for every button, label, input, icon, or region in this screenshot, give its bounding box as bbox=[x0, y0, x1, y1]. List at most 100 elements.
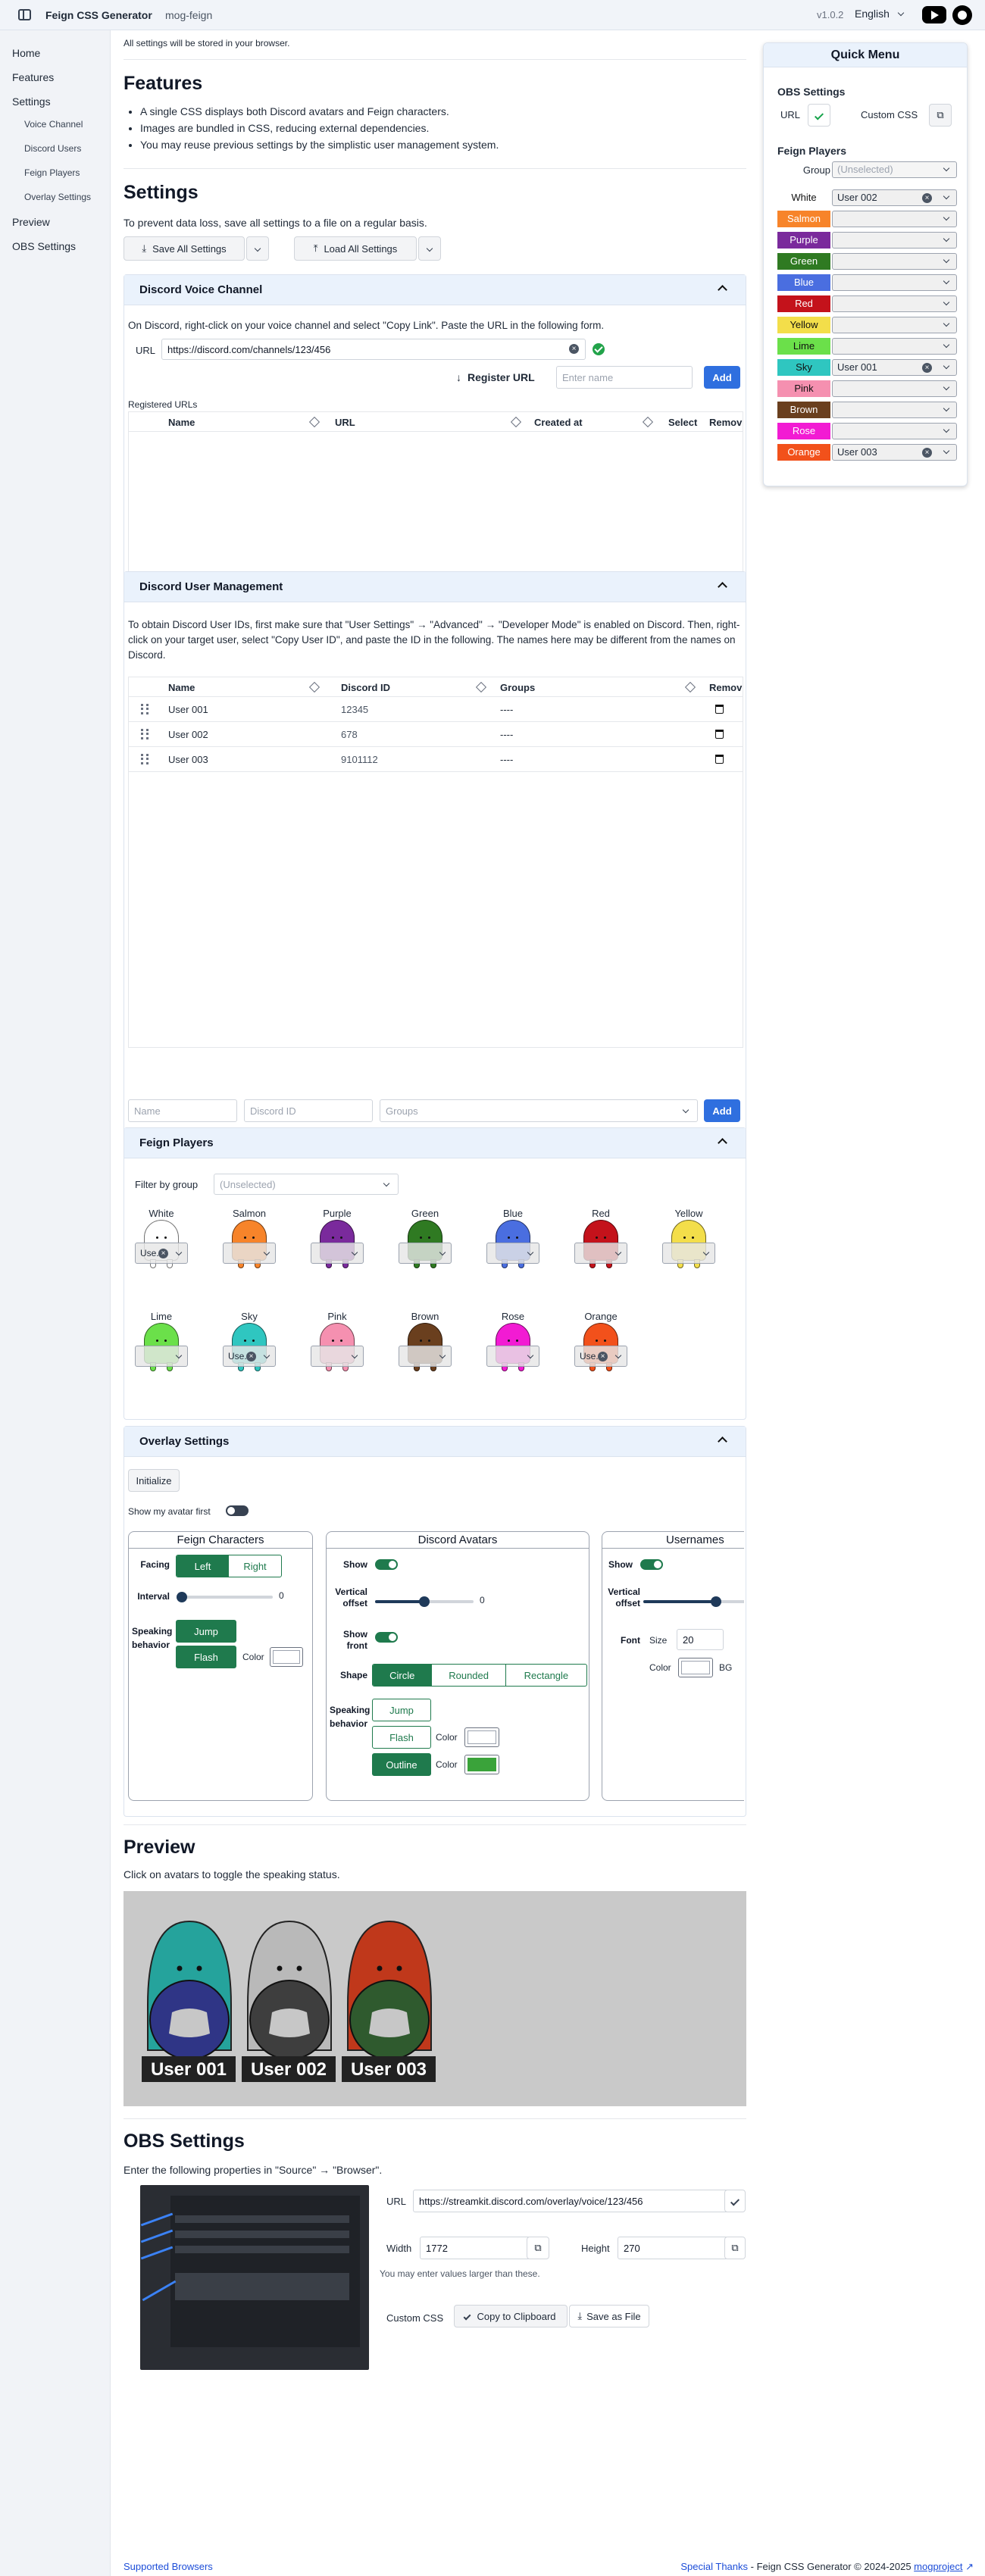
user-groups[interactable]: ---- bbox=[500, 754, 513, 765]
sidebar-item-obs-settings[interactable]: OBS Settings bbox=[12, 240, 76, 252]
user-id[interactable]: 9101112 bbox=[341, 754, 378, 765]
character-user-select[interactable]: Use... × bbox=[223, 1346, 276, 1367]
language-select[interactable]: English bbox=[855, 8, 905, 20]
chevron-up-icon[interactable] bbox=[718, 582, 727, 592]
qm-user-select[interactable] bbox=[832, 380, 957, 397]
character-user-select[interactable]: Use... × bbox=[574, 1346, 627, 1367]
user-name[interactable]: User 002 bbox=[168, 729, 208, 740]
flash-color-swatch[interactable] bbox=[270, 1647, 303, 1667]
avatar-offset-slider[interactable] bbox=[375, 1596, 474, 1607]
group-filter-select[interactable]: (Unselected) bbox=[214, 1174, 399, 1195]
qm-user-select[interactable]: User 001 × bbox=[832, 359, 957, 376]
obs-url-field[interactable]: https://streamkit.discord.com/overlay/vo… bbox=[413, 2190, 731, 2212]
supported-browsers-link[interactable]: Supported Browsers bbox=[124, 2561, 213, 2572]
save-all-button[interactable]: ⤓ Save All Settings bbox=[124, 236, 245, 261]
new-user-groups-select[interactable]: Groups bbox=[380, 1099, 698, 1122]
facing-right-button[interactable]: Right bbox=[229, 1555, 281, 1577]
trash-icon[interactable] bbox=[715, 755, 724, 764]
slider-knob[interactable] bbox=[177, 1592, 187, 1602]
clear-icon[interactable]: × bbox=[569, 344, 579, 354]
character-user-select[interactable] bbox=[662, 1243, 715, 1264]
preview-avatars[interactable]: User 001 User 002 User 003 bbox=[124, 1891, 746, 2106]
character-user-select[interactable] bbox=[311, 1346, 364, 1367]
chevron-up-icon[interactable] bbox=[718, 285, 727, 295]
user-name[interactable]: User 001 bbox=[168, 704, 208, 715]
trash-icon[interactable] bbox=[715, 730, 724, 739]
user-groups[interactable]: ---- bbox=[500, 704, 513, 715]
feign-players-header[interactable]: Feign Players bbox=[124, 1128, 746, 1158]
drag-handle-icon[interactable] bbox=[141, 729, 149, 739]
col-created[interactable]: Created at bbox=[534, 417, 583, 428]
new-user-id-input[interactable]: Discord ID bbox=[244, 1099, 373, 1122]
chevron-up-icon[interactable] bbox=[718, 1436, 727, 1446]
character-user-select[interactable] bbox=[399, 1346, 452, 1367]
user-name[interactable]: User 003 bbox=[168, 754, 208, 765]
col-groups[interactable]: Groups bbox=[500, 682, 535, 693]
sidebar-item-preview[interactable]: Preview bbox=[12, 216, 50, 228]
load-all-dropdown[interactable] bbox=[418, 236, 441, 261]
show-avatars-toggle[interactable] bbox=[375, 1559, 398, 1570]
qm-copy-css-button[interactable]: ⧉ bbox=[929, 104, 952, 127]
copy-url-button[interactable] bbox=[724, 2190, 746, 2212]
special-thanks-link[interactable]: Special Thanks bbox=[680, 2561, 748, 2572]
sort-icon[interactable] bbox=[475, 681, 487, 693]
col-url[interactable]: URL bbox=[335, 417, 355, 428]
qm-user-select[interactable] bbox=[832, 274, 957, 291]
add-url-button[interactable]: Add bbox=[704, 366, 740, 389]
clear-icon[interactable]: × bbox=[922, 448, 932, 458]
interval-slider[interactable] bbox=[177, 1592, 273, 1602]
qm-user-select[interactable] bbox=[832, 295, 957, 312]
font-size-input[interactable]: 20 bbox=[677, 1629, 724, 1650]
copy-to-clipboard-button[interactable]: Copy to Clipboard bbox=[454, 2305, 568, 2327]
qm-user-select[interactable] bbox=[832, 317, 957, 333]
sidebar-item-feign-players[interactable]: Feign Players bbox=[24, 167, 80, 178]
save-all-dropdown[interactable] bbox=[246, 236, 269, 261]
character-user-select[interactable] bbox=[486, 1346, 539, 1367]
username-color-swatch[interactable] bbox=[678, 1658, 713, 1677]
qm-user-select[interactable] bbox=[832, 211, 957, 227]
outline-color-swatch[interactable] bbox=[464, 1755, 499, 1774]
facing-left-button[interactable]: Left bbox=[177, 1555, 229, 1577]
user-groups[interactable]: ---- bbox=[500, 729, 513, 740]
avatar-jump-button[interactable]: Jump bbox=[372, 1699, 431, 1721]
qm-user-select[interactable] bbox=[832, 253, 957, 270]
sort-icon[interactable] bbox=[684, 681, 696, 693]
character-user-select[interactable] bbox=[574, 1243, 627, 1264]
user-id[interactable]: 678 bbox=[341, 729, 358, 740]
jump-button[interactable]: Jump bbox=[176, 1620, 236, 1643]
sidebar-item-features[interactable]: Features bbox=[12, 71, 54, 83]
url-name-input[interactable]: Enter name bbox=[556, 366, 693, 389]
youtube-icon[interactable] bbox=[922, 6, 946, 23]
qm-user-select[interactable]: User 002 × bbox=[832, 189, 957, 206]
character-user-select[interactable] bbox=[399, 1243, 452, 1264]
qm-user-select[interactable] bbox=[832, 402, 957, 418]
chevron-up-icon[interactable] bbox=[718, 1138, 727, 1148]
overlay-settings-header[interactable]: Overlay Settings bbox=[124, 1427, 746, 1457]
character-user-select[interactable] bbox=[135, 1346, 188, 1367]
copy-height-button[interactable]: ⧉ bbox=[724, 2237, 746, 2259]
initialize-button[interactable]: Initialize bbox=[128, 1469, 180, 1492]
qm-user-select[interactable]: User 003 × bbox=[832, 444, 957, 461]
clear-icon[interactable]: × bbox=[246, 1352, 256, 1361]
avatar-outline-button[interactable]: Outline bbox=[372, 1753, 431, 1776]
col-name[interactable]: Name bbox=[168, 682, 195, 693]
sort-icon[interactable] bbox=[308, 416, 321, 428]
character-user-select[interactable] bbox=[311, 1243, 364, 1264]
show-usernames-toggle[interactable] bbox=[640, 1559, 663, 1570]
sort-icon[interactable] bbox=[510, 416, 522, 428]
shape-rectangle-button[interactable]: Rectangle bbox=[505, 1665, 586, 1686]
author-link[interactable]: mogproject bbox=[914, 2561, 962, 2572]
voice-url-input[interactable]: https://discord.com/channels/123/456 bbox=[161, 339, 586, 360]
voice-channel-header[interactable]: Discord Voice Channel bbox=[124, 275, 746, 305]
register-url-button[interactable]: ↓ Register URL bbox=[456, 371, 535, 383]
col-name[interactable]: Name bbox=[168, 417, 195, 428]
user-id[interactable]: 12345 bbox=[341, 704, 368, 715]
clear-icon[interactable]: × bbox=[922, 193, 932, 203]
drag-handle-icon[interactable] bbox=[141, 754, 149, 764]
clear-icon[interactable]: × bbox=[598, 1352, 608, 1361]
shape-circle-button[interactable]: Circle bbox=[373, 1665, 432, 1686]
sort-icon[interactable] bbox=[308, 681, 321, 693]
clear-icon[interactable]: × bbox=[158, 1249, 168, 1258]
character-user-select[interactable] bbox=[223, 1243, 276, 1264]
sidebar-toggle-icon[interactable] bbox=[18, 9, 31, 20]
